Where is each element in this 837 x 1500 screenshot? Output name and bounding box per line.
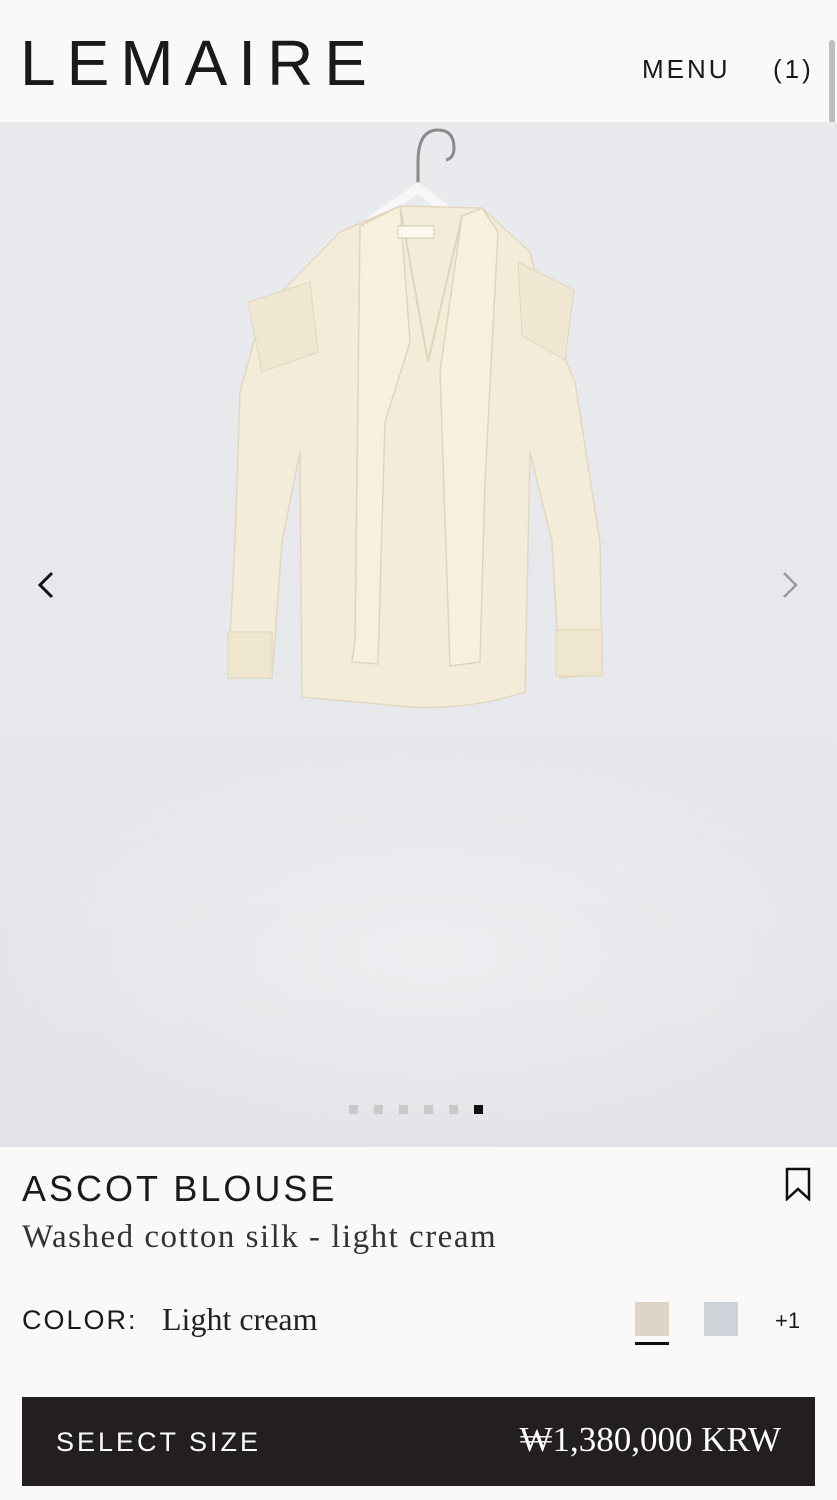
menu-button[interactable]: MENU xyxy=(642,52,731,86)
cart-button[interactable]: (1) xyxy=(773,52,814,86)
gallery-pagination xyxy=(349,1105,483,1115)
product-subtitle: Washed cotton silk - light cream xyxy=(22,1219,498,1255)
site-header: LEMAIRE MENU (1) xyxy=(0,0,837,122)
select-size-label: SELECT SIZE xyxy=(56,1427,262,1457)
product-name: ASCOT BLOUSE xyxy=(22,1168,338,1209)
color-value: Light cream xyxy=(162,1301,318,1337)
color-label: COLOR: xyxy=(22,1305,138,1335)
select-size-button[interactable]: SELECT SIZE ₩1,380,000 KRW xyxy=(22,1397,815,1486)
gallery-dot-active[interactable] xyxy=(474,1105,483,1114)
gallery-dot[interactable] xyxy=(349,1105,358,1114)
product-image xyxy=(227,128,603,709)
swatch-light-cream[interactable] xyxy=(635,1302,669,1336)
gallery-dot[interactable] xyxy=(374,1105,383,1114)
gallery-dot[interactable] xyxy=(399,1105,408,1114)
more-colors-link[interactable]: +1 xyxy=(775,1307,800,1335)
gallery-dot[interactable] xyxy=(449,1105,458,1114)
product-image-gallery[interactable] xyxy=(0,122,837,1147)
swatch-selected-indicator xyxy=(635,1342,669,1345)
gallery-dot[interactable] xyxy=(424,1105,433,1114)
chevron-left-icon[interactable] xyxy=(32,570,62,600)
product-price: ₩1,380,000 KRW xyxy=(519,1420,781,1459)
background-light xyxy=(0,742,837,1147)
bookmark-icon[interactable] xyxy=(785,1167,811,1201)
chevron-right-icon[interactable] xyxy=(776,570,806,600)
swatch-light-blue[interactable] xyxy=(704,1302,738,1336)
product-info: ASCOT BLOUSE Washed cotton silk - light … xyxy=(0,1147,837,1500)
brand-logo[interactable]: LEMAIRE xyxy=(20,28,378,98)
